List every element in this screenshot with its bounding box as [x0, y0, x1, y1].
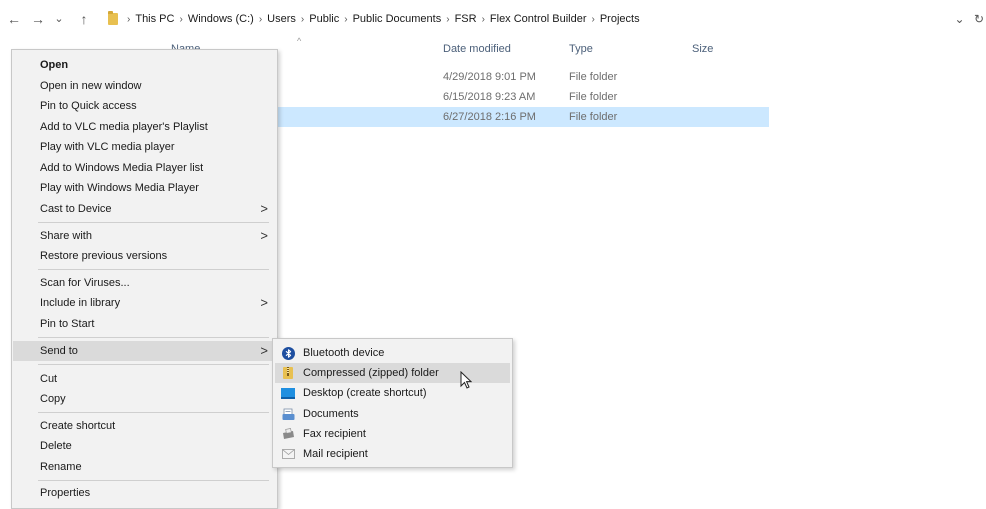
- file-type: File folder: [569, 91, 618, 103]
- address-bar: ← → ⌄ ↑ › This PC › Windows (C:) › Users…: [0, 0, 986, 38]
- submenu-item-label: Bluetooth device: [303, 347, 385, 359]
- breadcrumb-windows-c[interactable]: Windows (C:): [188, 13, 254, 25]
- submenu-arrow-icon: >: [260, 295, 268, 310]
- breadcrumb-separator: ›: [481, 13, 485, 25]
- submenu-item-compressed-folder[interactable]: Compressed (zipped) folder: [275, 363, 510, 383]
- submenu-arrow-icon: >: [260, 228, 268, 243]
- file-type: File folder: [569, 111, 618, 123]
- recent-locations-chevron-icon[interactable]: ⌄: [52, 9, 66, 29]
- zip-folder-icon: [281, 366, 295, 380]
- breadcrumb-separator: ›: [591, 13, 595, 25]
- file-type: File folder: [569, 71, 618, 83]
- submenu-item-fax[interactable]: Fax recipient: [275, 424, 510, 444]
- up-arrow-icon[interactable]: ↑: [74, 9, 94, 29]
- breadcrumb-users[interactable]: Users: [267, 13, 296, 25]
- menu-item-label: Share with: [40, 230, 92, 242]
- breadcrumb-public[interactable]: Public: [309, 13, 339, 25]
- menu-item-add-wmp-list[interactable]: Add to Windows Media Player list: [13, 158, 276, 178]
- menu-separator: [38, 222, 269, 223]
- breadcrumb-separator: ›: [446, 13, 450, 25]
- menu-separator: [38, 412, 269, 413]
- menu-item-play-vlc[interactable]: Play with VLC media player: [13, 137, 276, 157]
- menu-item-send-to[interactable]: Send to >: [13, 341, 276, 361]
- submenu-item-label: Desktop (create shortcut): [303, 387, 427, 399]
- menu-item-share-with[interactable]: Share with >: [13, 226, 276, 246]
- submenu-item-mail[interactable]: Mail recipient: [275, 444, 510, 464]
- file-date: 6/27/2018 2:16 PM: [443, 111, 536, 123]
- menu-item-rename[interactable]: Rename: [13, 457, 276, 477]
- breadcrumb-projects[interactable]: Projects: [600, 13, 640, 25]
- column-header-size[interactable]: Size: [692, 40, 713, 58]
- breadcrumb-this-pc[interactable]: This PC: [135, 13, 174, 25]
- menu-separator: [38, 480, 269, 481]
- file-date: 6/15/2018 9:23 AM: [443, 91, 536, 103]
- menu-item-copy[interactable]: Copy: [13, 389, 276, 409]
- menu-item-delete[interactable]: Delete: [13, 436, 276, 456]
- submenu-item-label: Fax recipient: [303, 428, 366, 440]
- back-arrow-icon[interactable]: ←: [4, 9, 24, 29]
- menu-item-create-shortcut[interactable]: Create shortcut: [13, 416, 276, 436]
- context-menu: Open Open in new window Pin to Quick acc…: [11, 49, 278, 509]
- submenu-item-desktop[interactable]: Desktop (create shortcut): [275, 383, 510, 403]
- file-row[interactable]: 4/29/2018 9:01 PM File folder: [272, 67, 769, 87]
- menu-separator: [38, 269, 269, 270]
- file-row[interactable]: 6/15/2018 9:23 AM File folder: [272, 87, 769, 107]
- menu-item-open-new-window[interactable]: Open in new window: [13, 76, 276, 96]
- forward-arrow-icon[interactable]: →: [28, 9, 48, 29]
- address-controls: ⌄ ↻: [949, 9, 984, 29]
- menu-item-include-library[interactable]: Include in library >: [13, 293, 276, 313]
- bluetooth-icon: [281, 346, 295, 360]
- breadcrumb-separator: ›: [300, 13, 305, 25]
- mail-icon: [281, 447, 295, 461]
- menu-item-properties[interactable]: Properties: [13, 483, 276, 503]
- submenu-item-label: Compressed (zipped) folder: [303, 367, 439, 379]
- submenu-arrow-icon: >: [260, 201, 268, 216]
- file-row-selected[interactable]: 6/27/2018 2:16 PM File folder: [272, 107, 769, 127]
- file-date: 4/29/2018 9:01 PM: [443, 71, 536, 83]
- breadcrumb-flex-control-builder[interactable]: Flex Control Builder: [490, 13, 587, 25]
- submenu-item-bluetooth[interactable]: Bluetooth device: [275, 343, 510, 363]
- menu-item-pin-start[interactable]: Pin to Start: [13, 314, 276, 334]
- menu-item-label: Cast to Device: [40, 203, 112, 215]
- breadcrumb-separator: ›: [344, 13, 348, 25]
- breadcrumb-separator: ›: [179, 13, 183, 25]
- address-field[interactable]: › This PC › Windows (C:) › Users › Publi…: [104, 9, 986, 29]
- submenu-item-label: Mail recipient: [303, 448, 368, 460]
- menu-item-pin-quick-access[interactable]: Pin to Quick access: [13, 96, 276, 116]
- submenu-arrow-icon: >: [260, 343, 268, 358]
- menu-item-cut[interactable]: Cut: [13, 369, 276, 389]
- mouse-cursor-icon: [460, 371, 472, 389]
- breadcrumb-separator: ›: [127, 13, 131, 25]
- menu-item-label: Include in library: [40, 297, 121, 309]
- menu-item-open[interactable]: Open: [13, 55, 276, 75]
- menu-item-scan-viruses[interactable]: Scan for Viruses...: [13, 273, 276, 293]
- breadcrumb-public-documents[interactable]: Public Documents: [353, 13, 442, 25]
- submenu-item-label: Documents: [303, 408, 359, 420]
- column-header-type[interactable]: Type: [569, 40, 593, 58]
- menu-item-add-vlc-playlist[interactable]: Add to VLC media player's Playlist: [13, 117, 276, 137]
- menu-item-cast-to-device[interactable]: Cast to Device >: [13, 199, 276, 219]
- fax-icon: [281, 427, 295, 441]
- documents-icon: [281, 407, 295, 421]
- folder-icon: [108, 11, 118, 25]
- column-header-date-modified[interactable]: Date modified: [443, 40, 511, 58]
- address-dropdown-icon[interactable]: ⌄: [955, 12, 965, 26]
- menu-item-label: Send to: [40, 345, 78, 357]
- menu-separator: [38, 364, 269, 365]
- desktop-icon: [281, 386, 295, 400]
- breadcrumb-fsr[interactable]: FSR: [455, 13, 477, 25]
- menu-item-restore-previous-versions[interactable]: Restore previous versions: [13, 246, 276, 266]
- submenu-item-documents[interactable]: Documents: [275, 404, 510, 424]
- breadcrumb-separator: ›: [258, 13, 263, 25]
- sort-ascending-icon: ^: [297, 36, 302, 46]
- refresh-icon[interactable]: ↻: [974, 12, 984, 26]
- menu-item-play-wmp[interactable]: Play with Windows Media Player: [13, 178, 276, 198]
- send-to-submenu: Bluetooth device Compressed (zipped) fol…: [272, 338, 513, 468]
- menu-separator: [38, 337, 269, 338]
